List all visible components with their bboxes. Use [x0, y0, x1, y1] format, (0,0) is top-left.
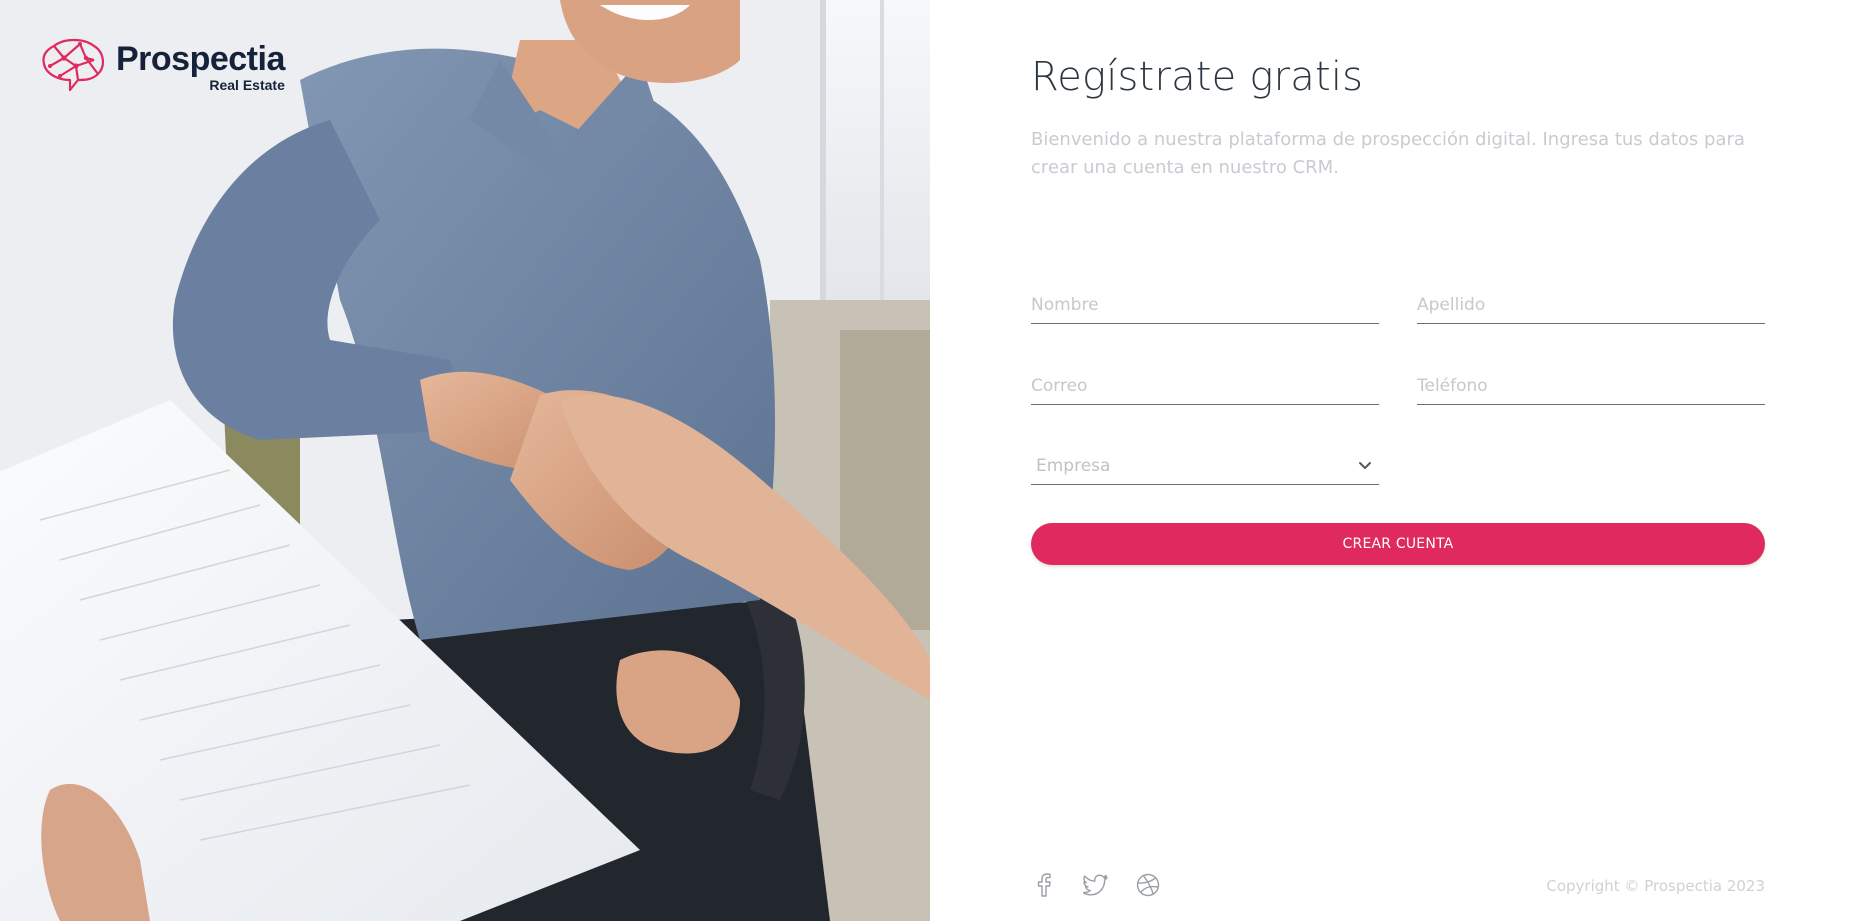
phone-input[interactable]: [1417, 367, 1765, 405]
email-input[interactable]: [1031, 367, 1379, 405]
first-name-input[interactable]: [1031, 286, 1379, 324]
handshake-photo: [0, 0, 930, 921]
copyright-text: Copyright © Prospectia 2023: [1546, 877, 1765, 895]
create-account-button[interactable]: CREAR CUENTA: [1031, 523, 1765, 565]
page-title: Regístrate gratis: [1031, 54, 1364, 100]
signup-panel: Regístrate gratis Bienvenido a nuestra p…: [930, 0, 1850, 921]
brain-network-icon: [40, 36, 106, 97]
brand-tagline: Real Estate: [209, 76, 285, 93]
facebook-icon[interactable]: [1031, 872, 1057, 898]
brand-name: Prospectia: [116, 39, 285, 78]
page-subtitle: Bienvenido a nuestra plataforma de prosp…: [1031, 129, 1745, 178]
brand-wordmark: Prospectia Real Estate: [116, 42, 285, 92]
company-select[interactable]: Empresa: [1031, 447, 1379, 485]
last-name-input[interactable]: [1417, 286, 1765, 324]
chevron-down-icon: [1357, 458, 1373, 474]
dribbble-icon[interactable]: [1135, 872, 1161, 898]
company-select-value: Empresa: [1036, 455, 1111, 476]
social-links: [1031, 872, 1161, 898]
brand-logo[interactable]: Prospectia Real Estate: [40, 36, 285, 97]
twitter-icon[interactable]: [1083, 872, 1109, 898]
signup-page: Prospectia Real Estate Regístrate gratis…: [0, 0, 1850, 921]
hero-panel: Prospectia Real Estate: [0, 0, 930, 921]
